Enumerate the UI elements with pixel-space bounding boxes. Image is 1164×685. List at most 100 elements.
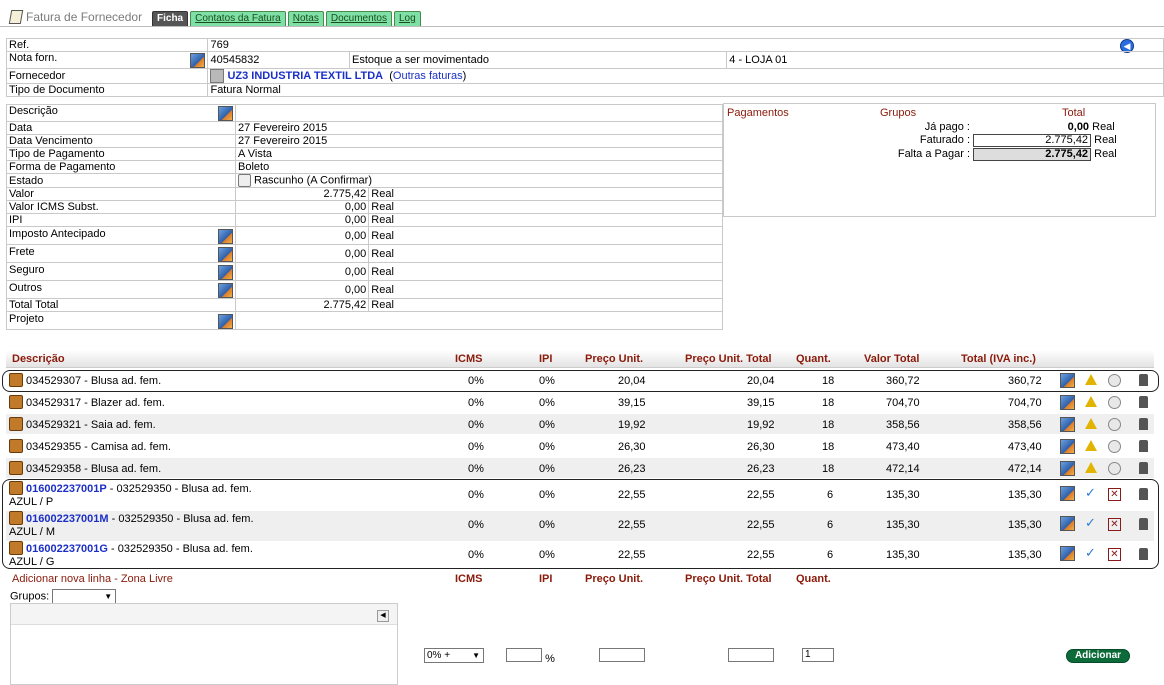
config-icon[interactable] [1108,396,1121,409]
ref-value: 769 [207,38,1164,52]
outras-faturas-link[interactable]: Outras faturas [393,70,463,82]
ref-label: Ref. [5,38,209,52]
ja-pago-row: Já pago : 0,00 Real [924,121,1115,133]
edit-icon[interactable] [1060,439,1075,454]
valor-label: Valor [6,187,236,201]
edit-icon[interactable] [1060,461,1075,476]
estado-label: Estado [6,173,236,188]
estoque-value: 4 - LOJA 01 [726,51,1164,69]
edit-icon[interactable] [218,228,233,244]
descricao-label: Descrição [9,105,58,117]
nota-value: 40545832 [207,51,350,69]
total-label: Total Total [6,298,236,312]
ipi-label: IPI [6,213,236,227]
price-input[interactable] [599,648,645,662]
price-total-input[interactable] [728,648,774,662]
add-line-header: Adicionar nova linha - Zona Livre ICMS I… [12,573,831,585]
edit-icon[interactable] [218,264,233,280]
edit-icon[interactable] [218,282,233,298]
frete-label: Frete [9,245,35,258]
table-row[interactable]: 034529355 - Camisa ad. fem. 0% 0% 26,30 … [6,436,1154,456]
grupos-row: Grupos: [10,589,117,604]
edit-icon[interactable] [190,53,206,68]
ficha-table-2: Descrição Data 27 Fevereiro 2015 Data Ven… [6,104,723,330]
product-icon [9,439,23,453]
venc-label: Data Vencimento [6,134,236,148]
tipo-pag-label: Tipo de Pagamento [6,147,236,161]
edit-icon[interactable] [218,106,233,121]
product-icon [9,461,23,475]
ficha-table: Ref. 769 Nota forn. 40545832 Estoque a ser … [5,38,1164,97]
faturado-row: Faturado : 2.775,42 Real [919,134,1117,147]
seguro-value: 0,00 [234,262,370,281]
grupos-label: Grupos: [10,590,50,603]
tab-ficha[interactable]: Ficha [152,11,189,27]
quant-input-wrap: 1 [802,648,834,662]
warning-icon [1085,418,1097,429]
tax-select[interactable]: 0% + [424,648,484,663]
nota-label-cell: Nota forn. [5,51,209,69]
total-value: 2.775,42 [234,298,370,312]
tipo-doc-value: Fatura Normal [207,83,1164,97]
valor-value: 2.775,42 [234,187,370,201]
fornecedor-value: UZ3 INDUSTRIA TEXTIL LTDA (Outras fatura… [207,68,1164,84]
tab-documentos[interactable]: Documentos [325,11,392,27]
fornecedor-label: Fornecedor [5,68,209,84]
items-table-header: Descrição ICMS IPI Preço Unit. Preço Uni… [6,350,1154,368]
edit-icon[interactable] [1060,417,1075,432]
table-row[interactable]: 034529358 - Blusa ad. fem. 0% 0% 26,23 2… [6,458,1154,478]
groups-header: Grupos [880,107,917,119]
estoque-label: Estoque a ser movimentado [348,51,728,69]
config-icon[interactable] [1108,440,1121,453]
delete-icon[interactable] [1139,396,1148,408]
tab-bar: Ficha Contatos da Fatura Notas Documento… [152,11,421,27]
product-icon [9,417,23,431]
invoice-icon [8,10,24,24]
edit-icon[interactable] [218,246,233,262]
ipi-input[interactable] [506,648,542,662]
estado-value: Rascunho (A Confirmar) [235,173,723,188]
description-editor[interactable]: ◀ [10,603,398,685]
data-value: 27 Fevereiro 2015 [235,121,723,135]
price-input-wrap [599,648,645,665]
config-icon[interactable] [1108,418,1121,431]
fornecedor-link[interactable]: UZ3 INDUSTRIA TEXTIL LTDA [227,70,383,82]
highlight-outline [2,479,1159,569]
descricao-value [235,104,723,122]
delete-icon[interactable] [1139,462,1148,474]
payments-header: Pagamentos [727,107,789,119]
edit-icon[interactable] [1060,395,1075,410]
add-line-button[interactable]: Adicionar [1066,649,1130,663]
quant-input[interactable]: 1 [802,648,834,662]
tipo-doc-label: Tipo de Documento [5,83,209,97]
tax-select-wrap: 0% + [424,648,484,663]
ipi-value: 0,00 [234,213,370,227]
outros-label: Outros [9,281,43,294]
warning-icon [1085,462,1097,473]
delete-icon[interactable] [1139,418,1148,430]
header-divider [0,26,1164,27]
editor-toolbar: ◀ [11,604,397,625]
table-row[interactable]: 034529317 - Blazer ad. fem. 0% 0% 39,15 … [6,392,1154,412]
config-icon[interactable] [1108,462,1121,475]
warning-icon [1085,396,1097,407]
icms-value: 0,00 [234,200,370,214]
forma-pag-value: Boleto [235,160,723,174]
outros-value: 0,00 [234,280,370,299]
projeto-label: Projeto [9,312,44,325]
scroll-left-icon[interactable]: ◀ [377,610,389,622]
company-icon [210,69,225,83]
tipo-pag-value: A Vista [235,147,723,161]
price-total-input-wrap [728,648,774,665]
icms-label: Valor ICMS Subst. [6,200,236,214]
tab-log[interactable]: Log [394,11,421,27]
tab-notas[interactable]: Notas [287,11,324,27]
total-header: Total [1062,107,1086,119]
tab-contatos[interactable]: Contatos da Fatura [190,11,286,27]
frete-value: 0,00 [234,244,370,263]
projeto-value [235,311,723,330]
edit-icon[interactable] [218,313,233,329]
table-row[interactable]: 034529321 - Saia ad. fem. 0% 0% 19,92 19… [6,414,1154,434]
delete-icon[interactable] [1139,440,1148,452]
grupos-select[interactable] [52,589,117,604]
